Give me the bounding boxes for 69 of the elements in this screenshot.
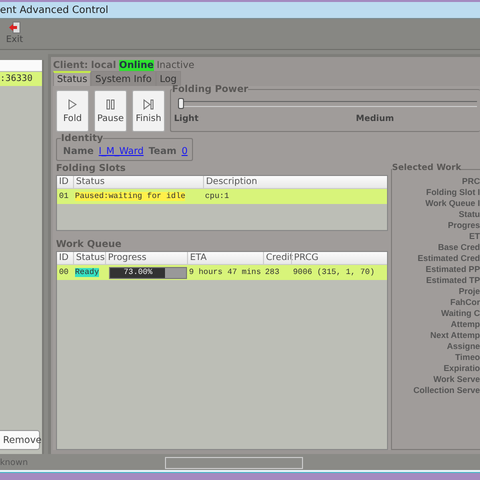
column-header[interactable]: Description [203,176,387,188]
field-label: Work Serve [433,374,480,385]
client-label: Client: [53,60,88,70]
field-label: FahCor [450,297,480,308]
client-state: Inactive [156,60,194,70]
play-icon [67,98,78,110]
progress-text: 73.00% [122,268,154,278]
field-label: Expiratio [444,363,480,374]
field-label: Waiting C [441,308,480,319]
field-label: PRC [462,176,480,187]
client-name: local [91,60,116,70]
tab[interactable]: Log [156,71,181,86]
field-label: Statu [458,209,480,220]
field-label: ET [469,231,480,242]
column-header[interactable]: Credit [263,252,291,264]
slider-label: Medium [356,114,394,124]
client-state: Online [119,60,154,70]
column-header[interactable]: ID [57,176,73,188]
field-label: Folding Slot I [426,187,480,198]
queue-row[interactable]: 00 Ready 73.00% 9 hours 47 mins 283 9006 (315, 1, 70) [57,265,387,280]
status-cell: Ready [75,268,100,277]
finish-button[interactable]: Finish [132,90,165,132]
exit-icon [8,21,22,34]
column-header[interactable]: Status [73,252,105,264]
window-title: ent Advanced Control [0,4,108,16]
column-header[interactable]: Status [73,176,203,188]
field-label: Timeo [455,352,480,363]
field-label: Progres [448,220,480,231]
pause-icon [105,98,116,110]
table-cell-text: 9 hours 47 mins [188,268,262,277]
table-cell-text: cpu:1 [204,192,230,201]
field-label: Estimated TP [426,275,480,286]
panel-title: Selected Work [392,163,462,173]
slot-row[interactable]: 01 Paused:waiting for idle cpu:1 [57,189,387,204]
field-label: Proje [458,286,480,297]
table-cell-text: 00 [58,268,70,277]
field-label: Work Queue I [425,198,480,209]
status-cell: Paused:waiting for idle [75,192,186,201]
table-cell-text: 01 [58,192,70,201]
tab[interactable]: Status [53,71,92,86]
field-label: Base Cred [438,242,480,253]
field-label: Estimated PP [426,264,480,275]
folding-power-title: Folding Power [172,84,248,95]
column-header[interactable]: Progress [105,252,187,264]
list-header [0,60,42,71]
section-title: Folding Slots [56,163,127,175]
field-label: Next Attemp [430,330,480,341]
pause-button[interactable]: Pause [94,90,127,132]
slider-label: Light [174,114,199,124]
column-header[interactable]: ID [57,252,73,264]
skip-icon [143,98,154,110]
section-title: Work Queue [56,239,122,251]
team-label: Team [148,146,177,157]
table-cell-text: 9006 (315, 1, 70) [292,268,376,277]
field-label: Attemp [450,319,480,330]
fold-button[interactable]: Fold [56,90,89,132]
column-header[interactable]: PRCG [291,252,391,264]
field-label: Assigne [446,341,480,352]
client-row[interactable]: :36330 [0,72,42,86]
name-label: Name [63,146,94,157]
power-slider[interactable] [178,101,477,107]
field-label: Estimated Cred [418,253,480,264]
column-header[interactable]: ETA [187,252,263,264]
identity-title: Identity [61,133,104,144]
tab[interactable]: System Info [91,71,156,86]
table-cell-text: 283 [264,268,280,277]
slider-thumb[interactable] [178,98,184,109]
field-label: Collection Serve [413,385,480,396]
remove-button[interactable]: Remove [0,430,40,450]
